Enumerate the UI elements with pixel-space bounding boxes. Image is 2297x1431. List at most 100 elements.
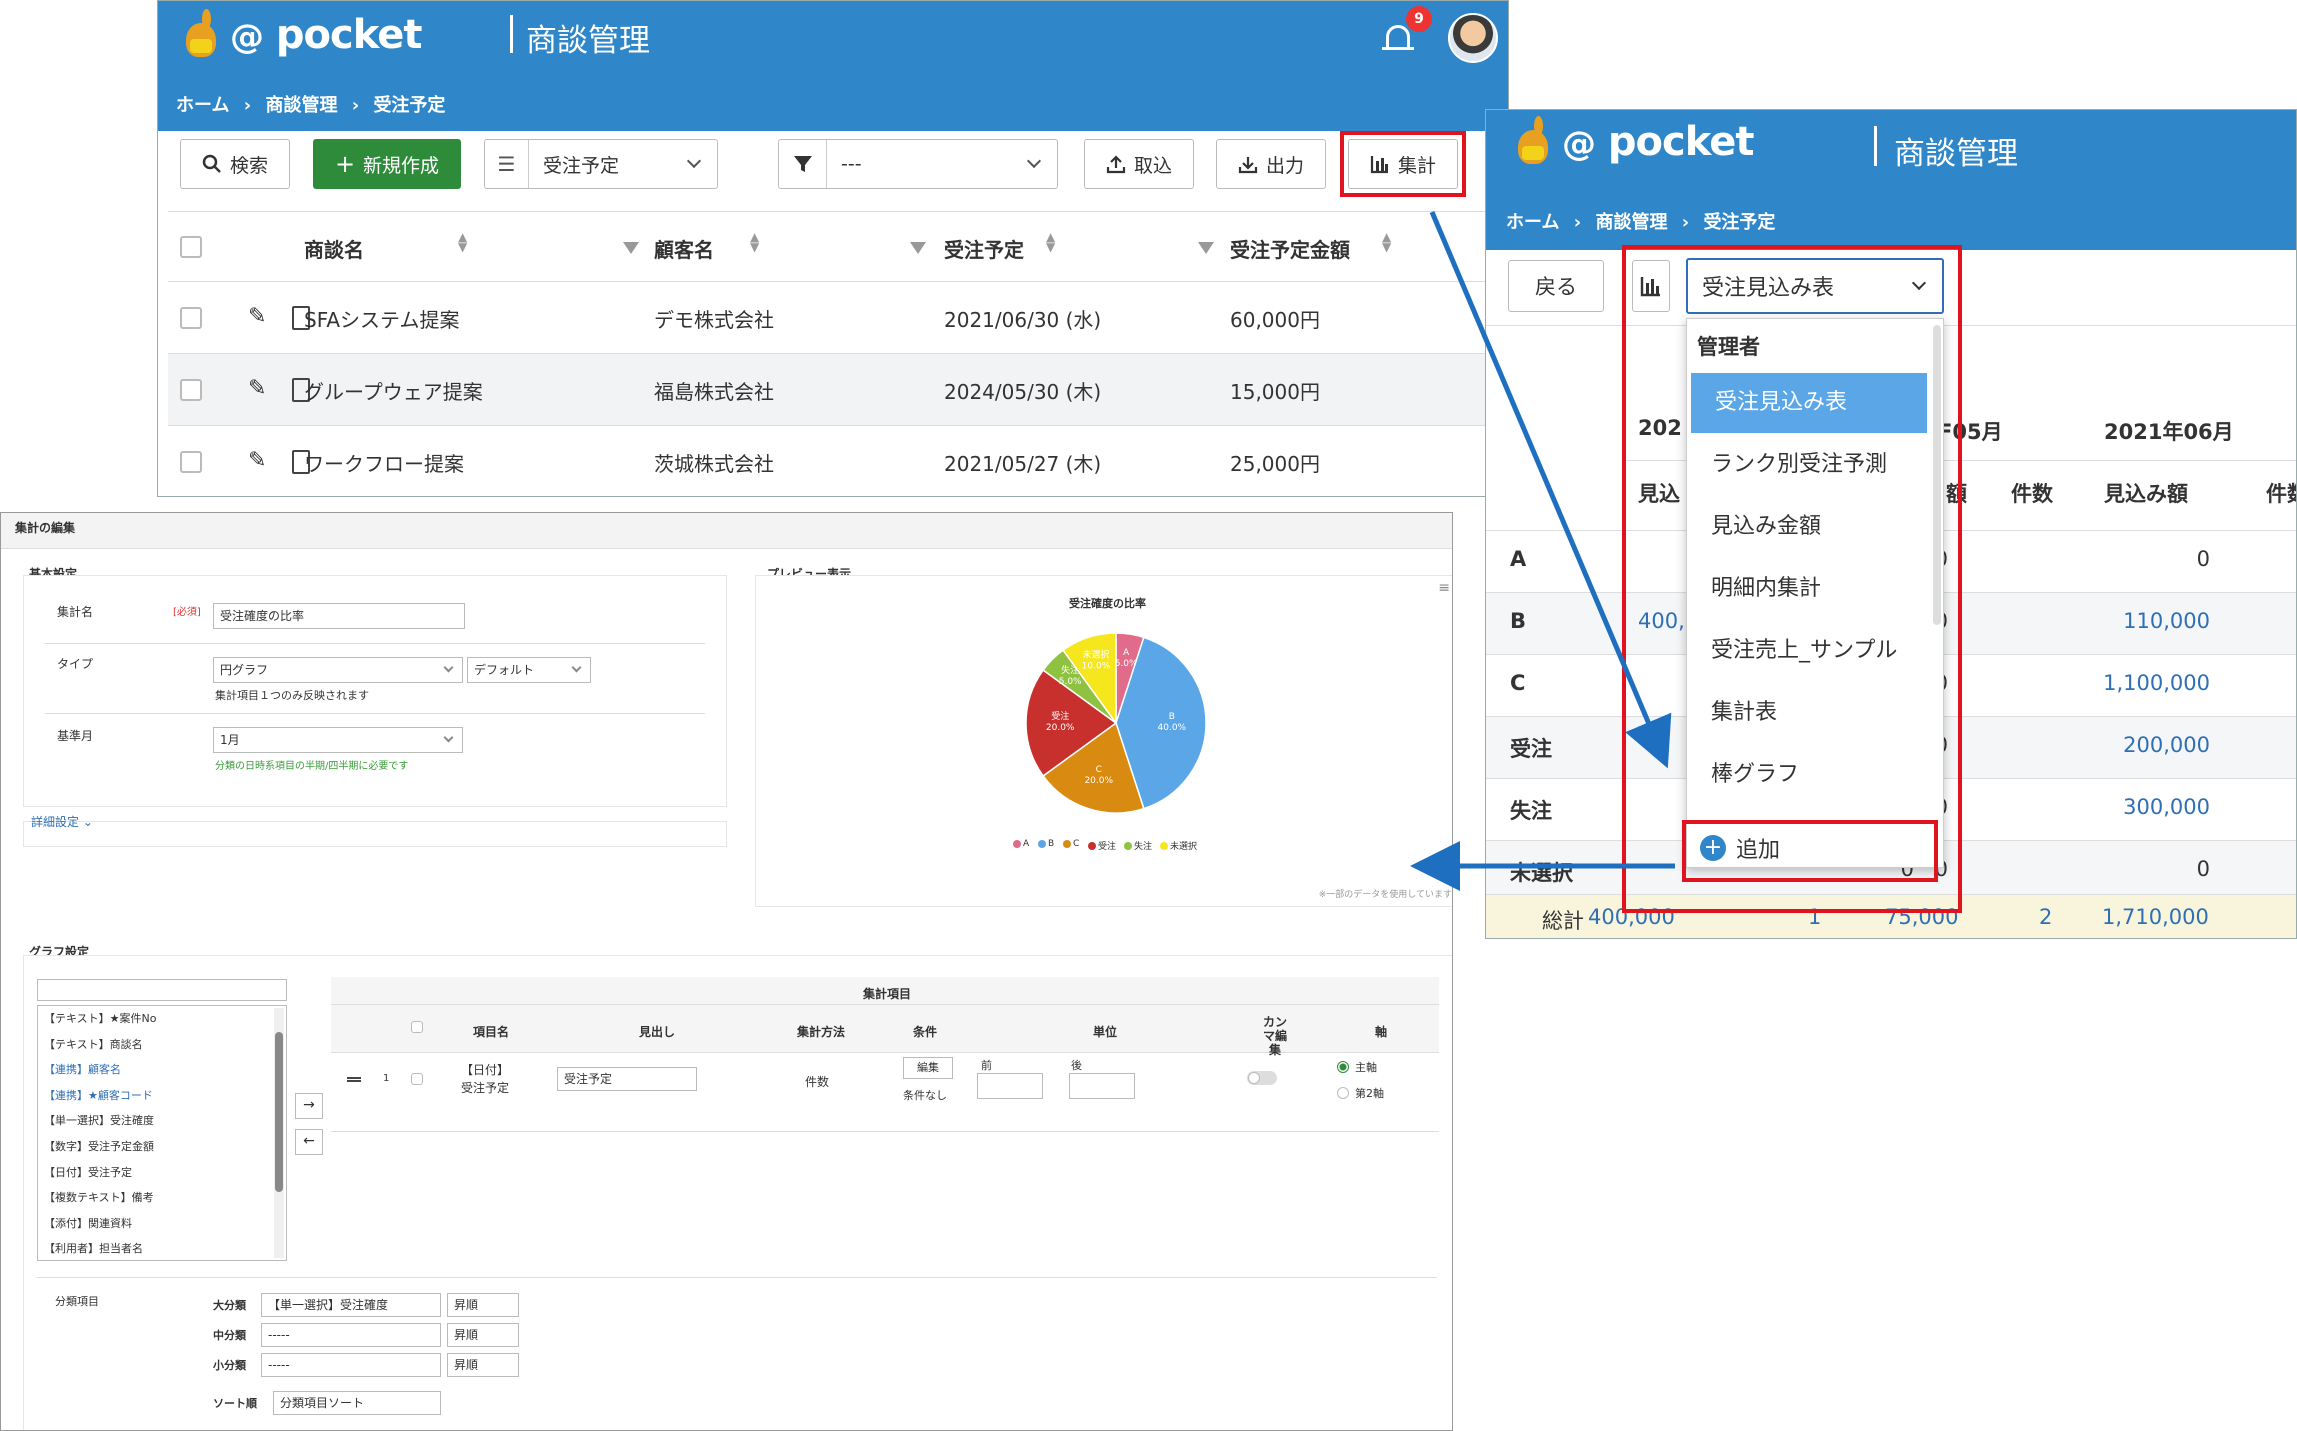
download-icon <box>1238 157 1258 174</box>
total-value[interactable]: 2 <box>2039 905 2052 929</box>
unit-before-input[interactable] <box>977 1073 1043 1099</box>
field-list-item[interactable]: 【テキスト】商談名 <box>44 1036 143 1052</box>
pie-data-label: B <box>1169 712 1175 722</box>
sort-icon[interactable]: ▲ ▼ <box>1382 231 1391 253</box>
sort-icon[interactable]: ▲ ▼ <box>1046 231 1055 253</box>
row-checkbox[interactable] <box>180 379 202 401</box>
filter-icon[interactable] <box>623 242 639 254</box>
back-button[interactable]: 戻る <box>1508 260 1604 312</box>
sort-icon[interactable]: ▲ ▼ <box>750 231 759 253</box>
month-select[interactable]: 1月 <box>213 727 463 753</box>
field-list-item[interactable]: 【数字】受注予定金額 <box>44 1138 154 1154</box>
order-amount: 60,000円 <box>1230 308 1320 332</box>
view-select[interactable]: ☰ 受注予定 <box>484 139 718 189</box>
arrow-right-icon[interactable]: → <box>295 1093 323 1119</box>
breadcrumb-deals[interactable]: 商談管理 <box>265 95 337 116</box>
field-list[interactable]: 【テキスト】★案件No 【テキスト】商談名 【連携】顧客名【連携】★顧客コード 【単一… <box>37 1005 287 1261</box>
type-select[interactable]: 円グラフ <box>213 657 463 683</box>
total-value[interactable]: 1,710,000 <box>2102 905 2209 929</box>
legend-item[interactable]: B <box>1038 839 1054 849</box>
deal-name[interactable]: SFAシステム提案 <box>304 304 459 333</box>
menu-icon[interactable]: ≡ <box>1438 580 1450 596</box>
view-select-value: 受注予定 <box>543 154 620 177</box>
arrow-left-icon[interactable]: ← <box>295 1129 323 1155</box>
scrollbar[interactable] <box>274 1008 284 1258</box>
legend-item[interactable]: C <box>1063 839 1079 849</box>
breadcrumb-home[interactable]: ホーム <box>176 95 229 116</box>
row-value[interactable]: 110,000 <box>2123 609 2210 633</box>
field-list-item[interactable]: 【連携】★顧客コード <box>44 1087 153 1103</box>
table-row[interactable]: ✎ SFAシステム提案 デモ株式会社 2021/06/30 (水) 60,000… <box>168 281 1508 353</box>
field-list-item[interactable]: 【テキスト】★案件No <box>44 1010 157 1026</box>
col-item-name: 項目名 <box>473 1025 510 1039</box>
col-customer[interactable]: 顧客名 <box>654 234 714 263</box>
axis-second-radio[interactable] <box>1337 1087 1349 1099</box>
select-all-checkbox[interactable] <box>411 1021 423 1033</box>
chevron-down-icon <box>686 153 702 169</box>
minor-select[interactable]: ----- <box>261 1353 441 1377</box>
row-checkbox[interactable] <box>411 1073 423 1085</box>
minor-order-select[interactable]: 昇順 <box>447 1353 519 1377</box>
field-search-input[interactable] <box>37 979 287 1001</box>
field-list-item[interactable]: 【単一選択】受注確度 <box>44 1112 154 1128</box>
legend-item[interactable]: 失注 <box>1124 839 1152 852</box>
row-value[interactable]: 300,000 <box>2123 795 2210 819</box>
pencil-icon[interactable]: ✎ <box>248 376 266 401</box>
select-all-checkbox[interactable] <box>180 236 202 258</box>
legend-item[interactable]: 受注 <box>1088 839 1116 852</box>
search-button[interactable]: 検索 <box>180 139 290 189</box>
breadcrumb-home[interactable]: ホーム <box>1506 212 1559 233</box>
notification-badge: 9 <box>1406 6 1432 32</box>
breadcrumb-deals[interactable]: 商談管理 <box>1595 212 1667 233</box>
drag-handle-icon[interactable] <box>347 1077 361 1082</box>
field-list-item[interactable]: 【添付】関連資料 <box>44 1215 132 1231</box>
pencil-icon[interactable]: ✎ <box>248 304 266 329</box>
detail-settings-link[interactable]: 詳細設定 ⌄ <box>31 813 93 830</box>
sort-icon[interactable]: ▲ ▼ <box>458 231 467 253</box>
plus-icon: + <box>334 150 356 178</box>
field-list-item[interactable]: 【連携】顧客名 <box>44 1061 121 1077</box>
row-value[interactable]: 1,100,000 <box>2103 671 2210 695</box>
col-date[interactable]: 受注予定 <box>944 234 1024 263</box>
axis-main-radio[interactable] <box>1337 1061 1349 1073</box>
major-select[interactable]: 【単一選択】受注確度 <box>261 1293 441 1317</box>
new-button[interactable]: + 新規作成 <box>313 139 461 189</box>
filter-select[interactable]: --- <box>778 139 1058 189</box>
table-row[interactable]: ✎ ワークフロー提案 茨城株式会社 2021/05/27 (木) 25,000円 <box>168 425 1508 496</box>
pocket-logo: @ pocket <box>1508 116 1755 168</box>
import-button[interactable]: 取込 <box>1084 139 1194 189</box>
row-checkbox[interactable] <box>180 307 202 329</box>
deal-name[interactable]: ワークフロー提案 <box>304 448 464 477</box>
field-list-item[interactable]: 【日付】受注予定 <box>44 1164 132 1180</box>
filter-icon[interactable] <box>1198 242 1214 254</box>
edit-condition-button[interactable]: 編集 <box>903 1057 953 1079</box>
avatar[interactable] <box>1448 13 1498 63</box>
row-checkbox[interactable] <box>180 451 202 473</box>
style-select[interactable]: デフォルト <box>467 657 591 683</box>
legend-item[interactable]: 未選択 <box>1160 839 1197 852</box>
export-button[interactable]: 出力 <box>1216 139 1326 189</box>
deal-name[interactable]: グループウェア提案 <box>304 376 483 405</box>
legend-item[interactable]: A <box>1013 839 1029 849</box>
pencil-icon[interactable]: ✎ <box>248 448 266 473</box>
name-input[interactable]: 受注確度の比率 <box>213 603 465 629</box>
type-select-value: 円グラフ <box>220 663 269 677</box>
filter-icon[interactable] <box>910 242 926 254</box>
col-amount[interactable]: 受注予定金額 <box>1230 234 1350 263</box>
sort-select[interactable]: 分類項目ソート <box>273 1391 441 1415</box>
field-list-item[interactable]: 【複数テキスト】備考 <box>44 1189 154 1205</box>
row-value[interactable]: 200,000 <box>2123 733 2210 757</box>
middle-select[interactable]: ----- <box>261 1323 441 1347</box>
middle-order-select[interactable]: 昇順 <box>447 1323 519 1347</box>
heading-input[interactable]: 受注予定 <box>557 1067 697 1091</box>
field-list-item[interactable]: 【利用者】担当者名 <box>44 1240 143 1256</box>
major-order-select[interactable]: 昇順 <box>447 1293 519 1317</box>
unit-after-input[interactable] <box>1069 1073 1135 1099</box>
app-title: 商談管理 <box>526 23 650 59</box>
comma-toggle[interactable] <box>1247 1071 1277 1085</box>
table-row[interactable]: ✎ グループウェア提案 福島株式会社 2024/05/30 (木) 15,000… <box>168 353 1508 425</box>
col-condition: 条件 <box>913 1025 938 1039</box>
col-deal-name[interactable]: 商談名 <box>304 234 364 263</box>
pie-data-label: 10.0% <box>1082 661 1111 671</box>
sub-header: 件数 <box>2266 482 2296 506</box>
